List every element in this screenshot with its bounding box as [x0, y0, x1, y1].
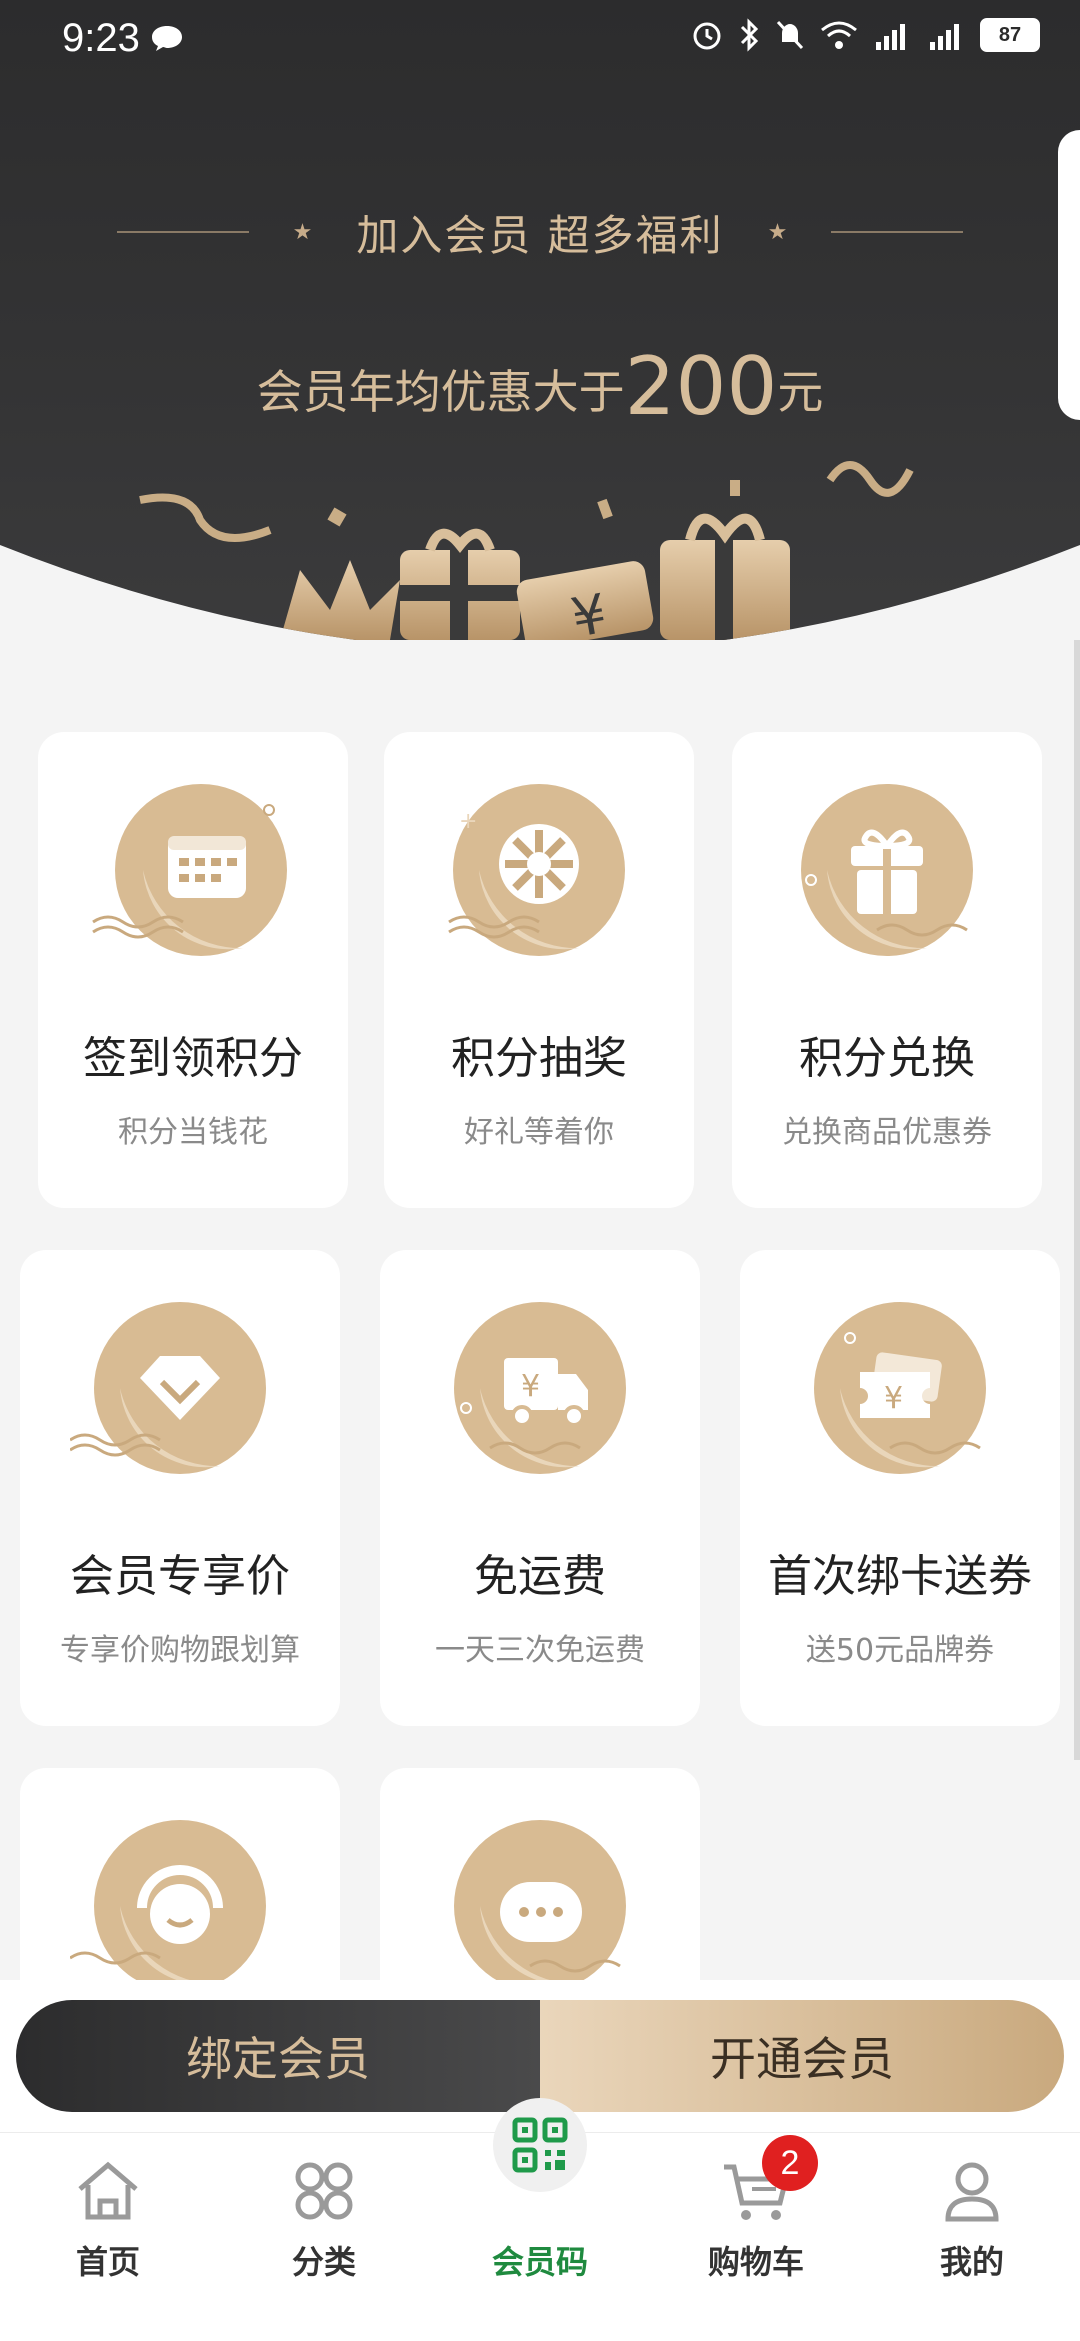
hero-title: 加入会员 超多福利	[356, 210, 724, 260]
calendar-icon	[92, 784, 287, 956]
benefit-card-free-shipping[interactable]: ¥ 免运费 一天三次免运费	[380, 1250, 700, 1726]
svg-text:+: +	[459, 809, 477, 834]
benefit-card-exchange[interactable]: 积分兑换 兑换商品优惠券	[732, 732, 1042, 1208]
svg-text:¥: ¥	[884, 1381, 903, 1416]
cart-count-badge: 2	[762, 2135, 818, 2191]
benefit-name: 免运费	[474, 1551, 606, 1602]
nav-label: 我的	[939, 2243, 1004, 2281]
chat-bubble-icon	[454, 1820, 626, 1992]
benefit-card-member-price[interactable]: + 会员专享价 专享价购物跟划算	[20, 1250, 340, 1726]
nav-label: 首页	[75, 2243, 140, 2281]
benefit-card-first-bind-coupon[interactable]: ¥ 首次绑卡送券 送50元品牌券	[740, 1250, 1060, 1726]
category-icon	[295, 2162, 353, 2220]
member-hero-banner: ★ 加入会员 超多福利 ★ 会员年均优惠大于200元 ¥	[0, 0, 1080, 640]
status-icons: 87	[690, 18, 1040, 52]
benefit-desc: 专享价购物跟划算	[60, 1633, 300, 1668]
star-icon: ★	[292, 219, 313, 245]
side-pull-handle[interactable]	[1058, 130, 1080, 420]
nav-label: 会员码	[491, 2243, 588, 2281]
benefit-name: 首次绑卡送券	[768, 1551, 1032, 1602]
customer-service-icon	[70, 1820, 266, 1992]
qr-code-icon	[512, 2117, 568, 2173]
benefit-name: 签到领积分	[83, 1033, 303, 1084]
home-icon	[78, 2161, 138, 2220]
nav-label: 购物车	[707, 2243, 804, 2281]
battery-indicator: 87	[980, 18, 1040, 52]
benefit-desc: 一天三次免运费	[435, 1633, 645, 1668]
nav-label: 分类	[291, 2243, 356, 2281]
delivery-truck-icon: ¥	[454, 1302, 626, 1474]
nav-cart[interactable]: 购物车	[648, 2133, 864, 2341]
benefit-name: 积分兑换	[799, 1033, 975, 1084]
svg-text:¥: ¥	[521, 1369, 540, 1404]
qr-code-button[interactable]	[493, 2098, 587, 2192]
benefit-name: 积分抽奖	[451, 1033, 627, 1084]
hero-subtitle-suffix: 元	[777, 365, 824, 419]
benefit-card-checkin[interactable]: 签到领积分 积分当钱花	[38, 732, 348, 1208]
hero-subtitle: 会员年均优惠大于200元	[0, 340, 1080, 433]
signal-5g-icon	[926, 20, 966, 50]
signal-4g-icon	[872, 20, 912, 50]
benefit-card-lottery[interactable]: + 积分抽奖 好礼等着你	[384, 732, 694, 1208]
benefit-name: 会员专享价	[70, 1551, 290, 1602]
gift-icon	[801, 784, 973, 956]
star-icon: ★	[767, 219, 788, 245]
status-time: 9:23	[62, 16, 140, 60]
divider-line-right	[831, 231, 963, 233]
benefit-desc: 兑换商品优惠券	[782, 1115, 992, 1150]
lottery-wheel-icon: +	[448, 784, 625, 956]
hero-title-row: ★ 加入会员 超多福利 ★	[0, 200, 1080, 264]
card-coupon-icon: ¥	[814, 1302, 986, 1474]
profile-icon	[945, 2162, 999, 2222]
nav-category[interactable]: 分类	[216, 2133, 432, 2341]
status-bar: 9:23 87	[0, 0, 1080, 80]
benefit-desc: 送50元品牌券	[805, 1633, 995, 1668]
message-notification-icon	[152, 26, 182, 51]
alarm-icon	[690, 18, 724, 52]
membership-action-bar: 绑定会员 开通会员	[16, 2000, 1064, 2112]
wifi-icon	[820, 20, 858, 50]
scrollbar[interactable]	[1074, 640, 1080, 1760]
nav-profile[interactable]: 我的	[864, 2133, 1080, 2341]
divider-line-left	[117, 231, 249, 233]
hero-subtitle-amount: 200	[624, 340, 778, 433]
svg-text:+: +	[246, 1319, 264, 1344]
hero-subtitle-prefix: 会员年均优惠大于	[256, 365, 625, 419]
bluetooth-icon	[738, 18, 760, 52]
nav-home[interactable]: 首页	[0, 2133, 216, 2341]
mute-icon	[774, 18, 806, 52]
benefit-desc: 好礼等着你	[464, 1115, 614, 1150]
bind-member-button[interactable]: 绑定会员	[16, 2000, 540, 2112]
diamond-icon: +	[70, 1302, 266, 1474]
open-member-button[interactable]: 开通会员	[540, 2000, 1064, 2112]
gift-decoration-illustration: ¥	[130, 440, 950, 640]
benefit-desc: 积分当钱花	[118, 1115, 268, 1150]
